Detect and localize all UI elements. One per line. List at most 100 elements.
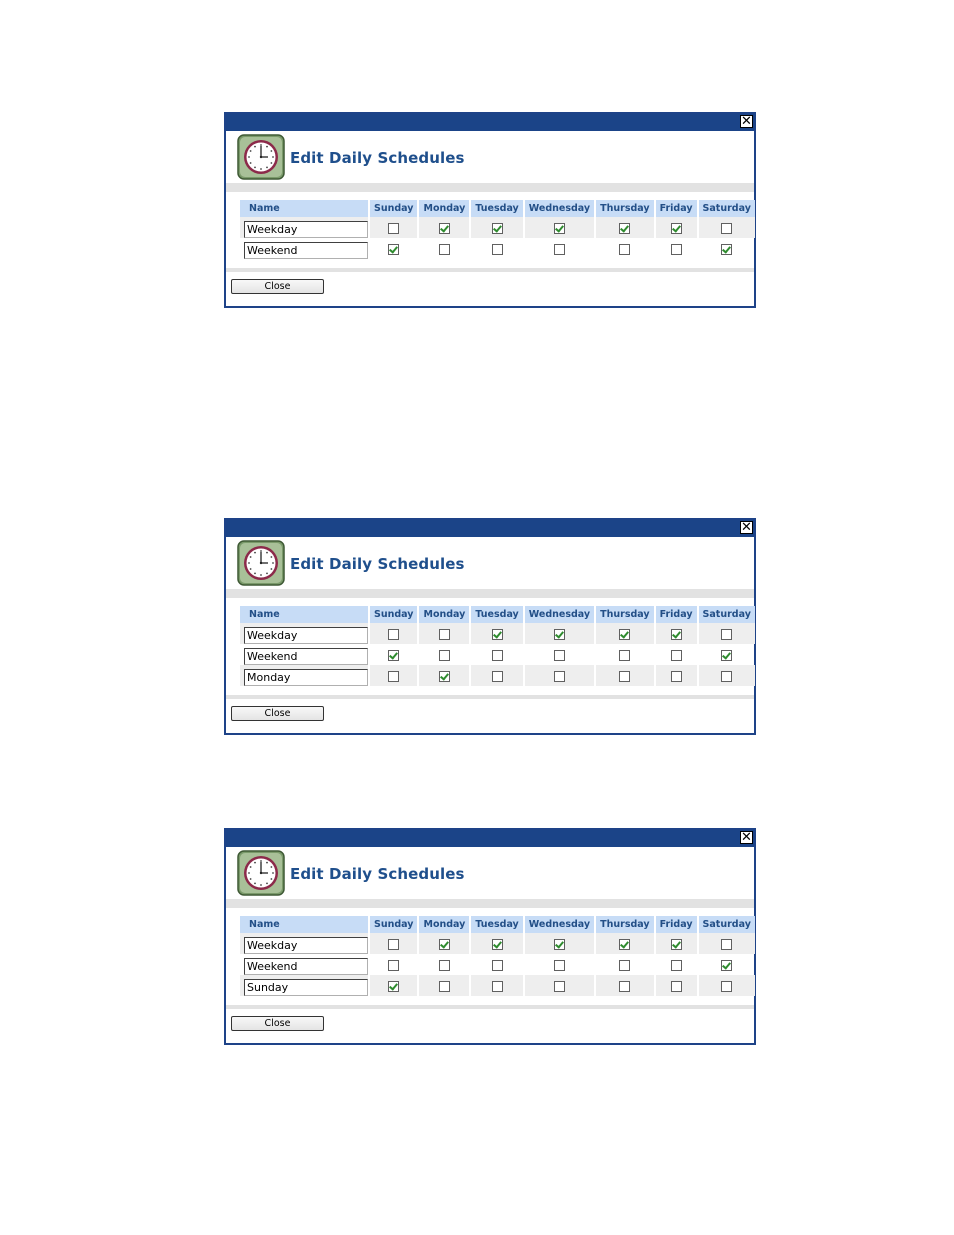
dialog-footer: Close [226, 1009, 754, 1043]
saturday-checkbox[interactable] [721, 960, 733, 971]
column-header-thursday: Thursday [596, 200, 654, 217]
column-header-name: Name [240, 916, 368, 933]
schedule-name-input[interactable] [244, 978, 368, 996]
saturday-checkbox[interactable] [721, 650, 733, 661]
wednesday-checkbox[interactable] [553, 671, 565, 682]
close-icon[interactable]: ✕ [740, 115, 753, 128]
schedule-name-input[interactable] [244, 957, 368, 975]
monday-checkbox[interactable] [438, 981, 450, 992]
schedules-table: Name Sunday Monday Tuesday Wednesday Thursday… [238, 606, 757, 686]
friday-checkbox[interactable] [670, 960, 682, 971]
clock-icon [237, 540, 285, 586]
friday-checkbox[interactable] [670, 629, 682, 640]
thursday-checkbox[interactable] [619, 981, 631, 992]
edit-daily-schedules-dialog: ✕ Edit Daily Schedules Name Sunday Monday T… [224, 518, 756, 735]
tuesday-checkbox[interactable] [491, 939, 503, 950]
dialog-titlebar: ✕ [226, 114, 754, 131]
friday-checkbox[interactable] [670, 244, 682, 255]
column-header-friday: Friday [655, 200, 697, 217]
saturday-checkbox[interactable] [721, 223, 733, 234]
monday-checkbox[interactable] [438, 629, 450, 640]
close-icon[interactable]: ✕ [740, 521, 753, 534]
schedule-name-input[interactable] [244, 668, 368, 686]
table-header-row: Name Sunday Monday Tuesday Wednesday Thursday… [240, 200, 755, 217]
tuesday-checkbox[interactable] [491, 650, 503, 661]
column-header-wednesday: Wednesday [524, 200, 595, 217]
friday-checkbox[interactable] [670, 223, 682, 234]
dialog-footer: Close [226, 699, 754, 733]
thursday-checkbox[interactable] [619, 960, 631, 971]
friday-checkbox[interactable] [670, 939, 682, 950]
wednesday-checkbox[interactable] [553, 650, 565, 661]
edit-daily-schedules-dialog: ✕ Edit Daily Schedules Name Sunday Monday T… [224, 828, 756, 1045]
monday-checkbox[interactable] [438, 650, 450, 661]
column-header-monday: Monday [419, 606, 470, 623]
dialog-header: Edit Daily Schedules [226, 537, 754, 589]
sunday-checkbox[interactable] [388, 244, 400, 255]
sunday-checkbox[interactable] [388, 629, 400, 640]
column-header-thursday: Thursday [596, 606, 654, 623]
sunday-checkbox[interactable] [388, 223, 400, 234]
monday-checkbox[interactable] [438, 960, 450, 971]
column-header-saturday: Saturday [698, 916, 755, 933]
thursday-checkbox[interactable] [619, 650, 631, 661]
tuesday-checkbox[interactable] [491, 244, 503, 255]
column-header-thursday: Thursday [596, 916, 654, 933]
sunday-checkbox[interactable] [388, 960, 400, 971]
column-header-friday: Friday [655, 916, 697, 933]
close-button[interactable]: Close [231, 1016, 324, 1031]
table-header-row: Name Sunday Monday Tuesday Wednesday Thursday… [240, 606, 755, 623]
sunday-checkbox[interactable] [388, 981, 400, 992]
dialog-header: Edit Daily Schedules [226, 131, 754, 183]
close-button[interactable]: Close [231, 706, 324, 721]
close-button[interactable]: Close [231, 279, 324, 294]
wednesday-checkbox[interactable] [553, 223, 565, 234]
dialog-footer: Close [226, 272, 754, 306]
friday-checkbox[interactable] [670, 981, 682, 992]
column-header-saturday: Saturday [698, 200, 755, 217]
wednesday-checkbox[interactable] [553, 960, 565, 971]
tuesday-checkbox[interactable] [491, 981, 503, 992]
friday-checkbox[interactable] [670, 671, 682, 682]
column-header-friday: Friday [655, 606, 697, 623]
friday-checkbox[interactable] [670, 650, 682, 661]
wednesday-checkbox[interactable] [553, 939, 565, 950]
saturday-checkbox[interactable] [721, 981, 733, 992]
monday-checkbox[interactable] [438, 223, 450, 234]
column-header-wednesday: Wednesday [524, 606, 595, 623]
tuesday-checkbox[interactable] [491, 629, 503, 640]
monday-checkbox[interactable] [438, 244, 450, 255]
schedule-name-input[interactable] [244, 626, 368, 644]
schedule-name-input[interactable] [244, 647, 368, 665]
thursday-checkbox[interactable] [619, 939, 631, 950]
sunday-checkbox[interactable] [388, 671, 400, 682]
tuesday-checkbox[interactable] [491, 223, 503, 234]
close-icon[interactable]: ✕ [740, 831, 753, 844]
sunday-checkbox[interactable] [388, 650, 400, 661]
thursday-checkbox[interactable] [619, 223, 631, 234]
tuesday-checkbox[interactable] [491, 960, 503, 971]
thursday-checkbox[interactable] [619, 244, 631, 255]
wednesday-checkbox[interactable] [553, 981, 565, 992]
dialog-titlebar: ✕ [226, 520, 754, 537]
thursday-checkbox[interactable] [619, 629, 631, 640]
saturday-checkbox[interactable] [721, 629, 733, 640]
saturday-checkbox[interactable] [721, 671, 733, 682]
saturday-checkbox[interactable] [721, 244, 733, 255]
schedule-name-input[interactable] [244, 241, 368, 259]
thursday-checkbox[interactable] [619, 671, 631, 682]
monday-checkbox[interactable] [438, 671, 450, 682]
divider [226, 183, 754, 192]
wednesday-checkbox[interactable] [553, 629, 565, 640]
column-header-tuesday: Tuesday [471, 200, 523, 217]
monday-checkbox[interactable] [438, 939, 450, 950]
schedule-name-input[interactable] [244, 936, 368, 954]
tuesday-checkbox[interactable] [491, 671, 503, 682]
saturday-checkbox[interactable] [721, 939, 733, 950]
sunday-checkbox[interactable] [388, 939, 400, 950]
wednesday-checkbox[interactable] [553, 244, 565, 255]
column-header-monday: Monday [419, 200, 470, 217]
dialog-title: Edit Daily Schedules [290, 865, 465, 883]
schedule-name-input[interactable] [244, 220, 368, 238]
schedule-row [240, 975, 755, 996]
